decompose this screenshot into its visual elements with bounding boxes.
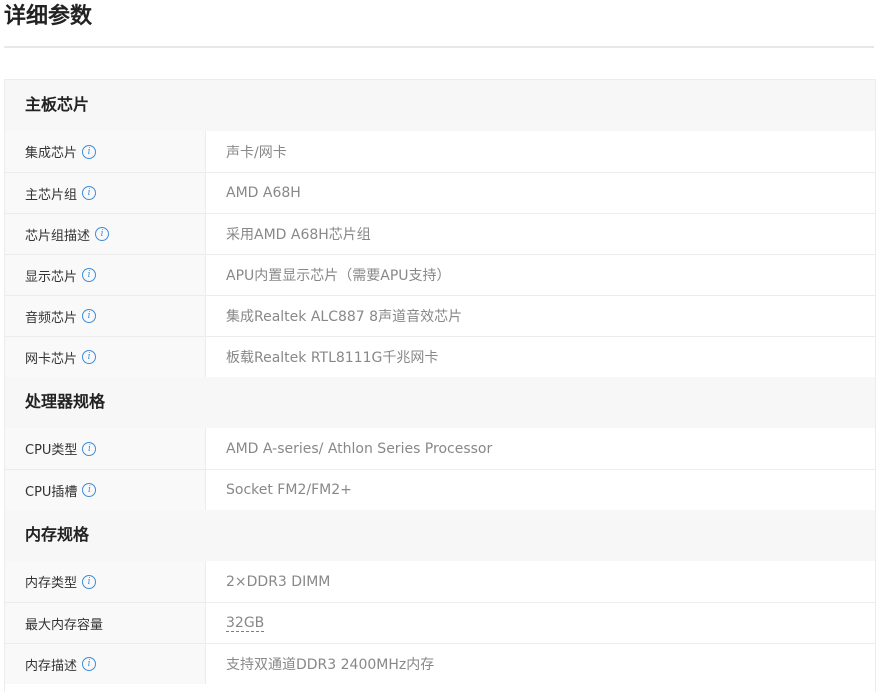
- spec-row: 最大内存容量 32GB: [5, 602, 875, 643]
- spec-label: 显示芯片: [25, 269, 78, 285]
- info-icon[interactable]: i: [82, 441, 97, 456]
- spec-label-cell: 网卡芯片 i: [5, 336, 206, 377]
- spec-value: AMD A-series/ Athlon Series Processor: [226, 440, 493, 457]
- spec-value: 32GB: [206, 602, 875, 643]
- spec-row: CPU插槽 i Socket FM2/FM2+: [5, 469, 875, 510]
- spec-row: 显示芯片 i APU内置显示芯片（需要APU支持）: [5, 254, 875, 295]
- max-memory-link[interactable]: 32GB: [226, 615, 265, 632]
- spec-row: 主芯片组 i AMD A68H: [5, 172, 875, 213]
- info-icon[interactable]: i: [82, 186, 97, 200]
- spec-row: 音频芯片 i 集成Realtek ALC887 8声道音效芯片: [5, 295, 875, 336]
- section-header-memory: 内存规格: [5, 510, 875, 561]
- spec-label: 音频芯片: [25, 310, 78, 326]
- spec-label-cell: 最大内存容量: [5, 602, 206, 643]
- section-header-mainboard-chip: 主板芯片: [5, 80, 875, 131]
- spec-label-cell: CPU类型 i: [5, 428, 206, 469]
- info-icon[interactable]: i: [82, 144, 97, 159]
- spec-value: Socket FM2/FM2+: [206, 469, 875, 510]
- spec-label-cell: 显示芯片 i: [5, 254, 206, 295]
- spec-row: 内存类型 i 2×DDR3 DIMM: [5, 561, 875, 602]
- spec-table: 主板芯片 集成芯片 i 声卡/网卡 主芯片组 i AMD A68H 芯片组描述 …: [4, 79, 876, 692]
- spec-value: 板载Realtek RTL8111G千兆网卡: [206, 336, 875, 377]
- info-icon[interactable]: i: [82, 268, 97, 282]
- info-icon[interactable]: i: [82, 309, 97, 323]
- spec-row: 集成芯片 i 声卡/网卡: [5, 131, 875, 172]
- spec-value: 声卡/网卡: [226, 144, 287, 161]
- spec-value: 2×DDR3 DIMM: [226, 573, 331, 590]
- spec-label-cell: 芯片组描述 i: [5, 213, 206, 254]
- spec-row: 网卡芯片 i 板载Realtek RTL8111G千兆网卡: [5, 336, 875, 377]
- spec-label-cell: 内存类型 i: [5, 561, 206, 602]
- spec-row: 芯片组描述 i 采用AMD A68H芯片组: [5, 213, 875, 254]
- spec-row: CPU类型 i AMD A-series/ Athlon Series Proc…: [5, 428, 875, 469]
- info-icon[interactable]: i: [82, 350, 97, 364]
- spec-label-cell: CPU插槽 i: [5, 469, 206, 510]
- section-header-processor: 处理器规格: [5, 377, 875, 428]
- spec-label: CPU类型: [25, 443, 78, 458]
- spec-label: CPU插槽: [25, 484, 78, 500]
- spec-label: 内存类型: [25, 576, 78, 591]
- spec-row: 内存描述 i 支持双通道DDR3 2400MHz内存: [5, 643, 875, 684]
- spec-label: 集成芯片: [25, 146, 78, 161]
- spec-label: 主芯片组: [25, 187, 78, 203]
- spec-label: 芯片组描述: [25, 228, 91, 244]
- info-icon[interactable]: i: [82, 657, 97, 671]
- spec-label-cell: 音频芯片 i: [5, 295, 206, 336]
- spec-label-cell: 集成芯片 i: [5, 131, 206, 172]
- spec-value: 支持双通道DDR3 2400MHz内存: [206, 643, 875, 684]
- spec-label-cell: 内存描述 i: [5, 643, 206, 684]
- info-icon[interactable]: i: [82, 483, 97, 497]
- spec-label: 内存描述: [25, 658, 78, 674]
- info-icon[interactable]: i: [82, 574, 97, 589]
- spec-label: 网卡芯片: [25, 351, 78, 367]
- spec-value: 集成Realtek ALC887 8声道音效芯片: [206, 295, 875, 336]
- page-title: 详细参数: [4, 4, 93, 29]
- spec-value: AMD A68H: [206, 172, 875, 213]
- spec-value: APU内置显示芯片（需要APU支持）: [206, 254, 875, 295]
- info-icon[interactable]: i: [95, 227, 110, 241]
- title-divider: [4, 46, 874, 48]
- spec-label-cell: 主芯片组 i: [5, 172, 206, 213]
- spec-label: 最大内存容量: [25, 617, 104, 633]
- spec-value: 采用AMD A68H芯片组: [206, 213, 875, 254]
